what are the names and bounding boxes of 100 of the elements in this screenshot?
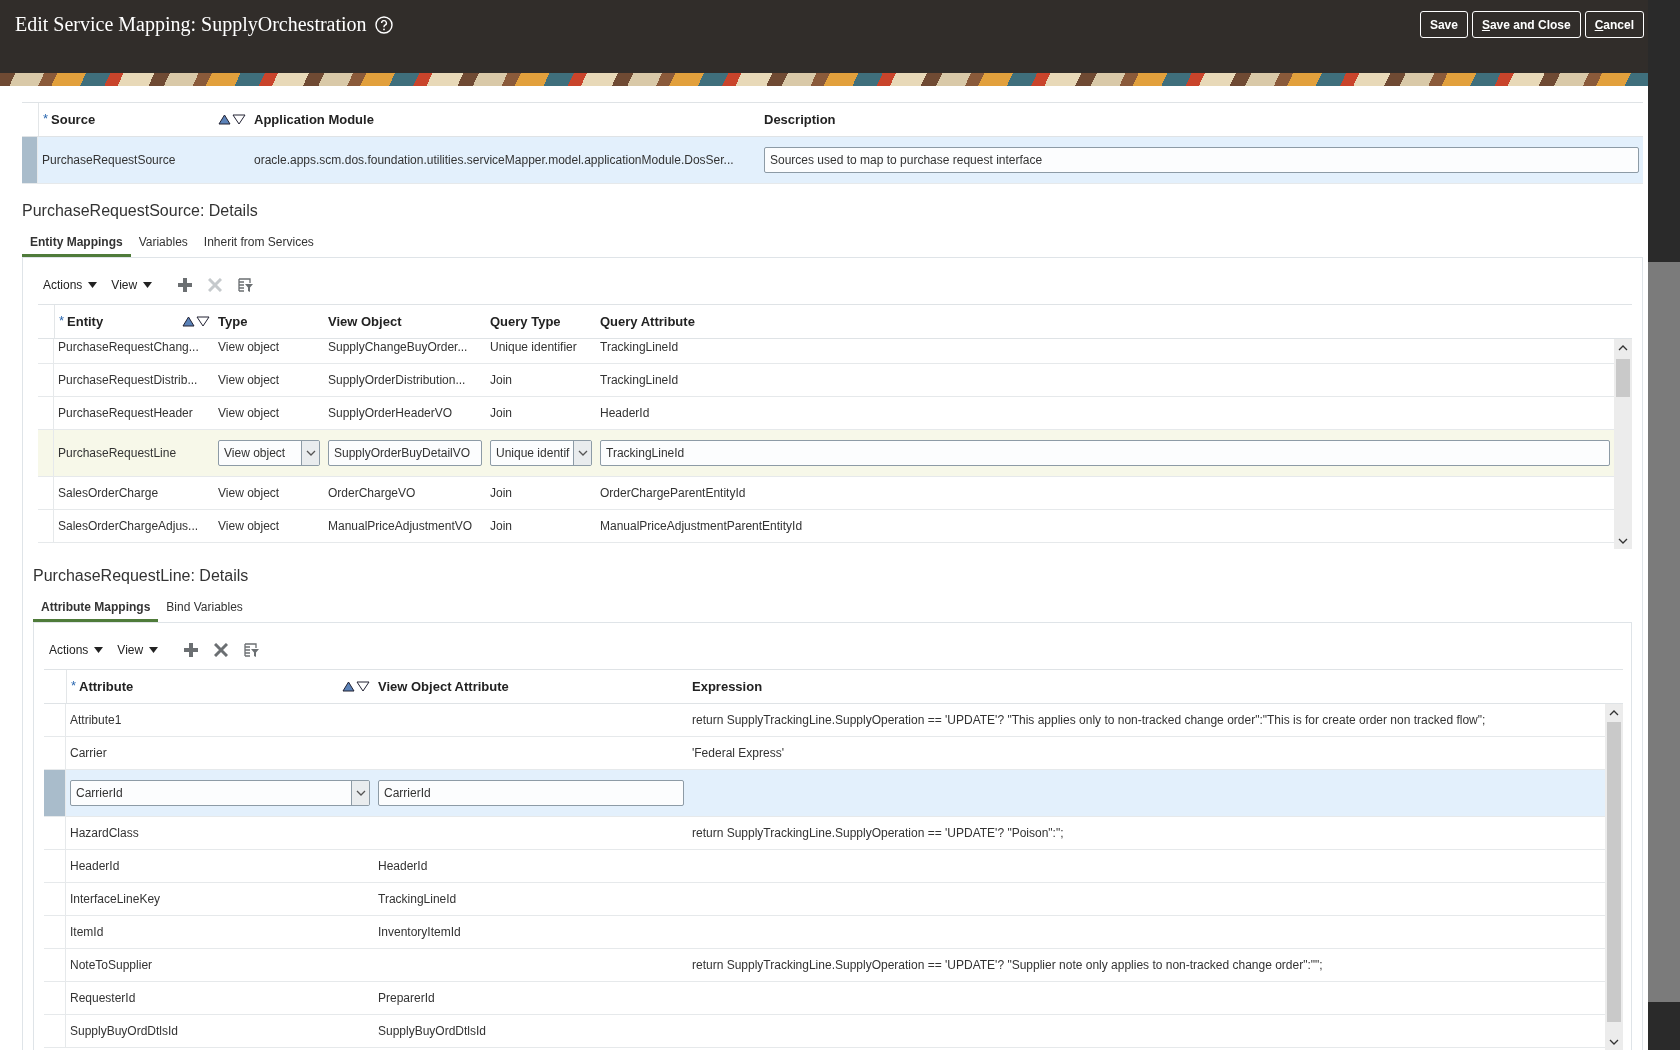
menu-button[interactable]: Actions <box>47 643 106 657</box>
table-cell: InterfaceLineKey <box>70 892 161 906</box>
delete-icon[interactable] <box>214 643 229 657</box>
chevron-down-icon[interactable] <box>1618 538 1628 544</box>
filter-list-icon[interactable] <box>244 642 261 658</box>
action-button[interactable]: Save <box>1419 11 1468 38</box>
table-cell: Join <box>490 486 512 500</box>
column-header: Description <box>764 112 836 127</box>
table-cell: ManualPriceAdjustmentParentEntityId <box>600 519 803 533</box>
table-cell: View object <box>218 519 280 533</box>
menu-button[interactable]: View <box>109 278 155 292</box>
text-field[interactable]: CarrierId <box>378 780 684 806</box>
column-header: View Object Attribute <box>378 679 509 694</box>
column-header: Query Attribute <box>600 314 695 329</box>
add-icon[interactable] <box>184 643 199 657</box>
table-cell: SupplyBuyOrdDtlsId <box>70 1024 179 1038</box>
tab[interactable]: Attribute Mappings <box>33 595 159 622</box>
sort-arrows-icon[interactable] <box>182 316 210 327</box>
page-scrollbar[interactable] <box>1648 0 1680 1050</box>
table-cell: HeaderId <box>70 859 120 873</box>
menu-button[interactable]: Actions <box>41 278 100 292</box>
dropdown-field[interactable]: View object <box>218 440 320 466</box>
section-title: PurchaseRequestLine: Details <box>33 567 249 584</box>
caret-icon <box>143 282 153 288</box>
dropdown-field[interactable]: CarrierId <box>70 780 370 806</box>
scroll-thumb[interactable] <box>1616 359 1630 397</box>
column-header: Entity <box>67 314 104 329</box>
action-button[interactable]: Cancel <box>1584 11 1644 38</box>
column-header: Type <box>218 314 248 329</box>
table-cell: Attribute1 <box>70 713 122 727</box>
action-button[interactable]: Save and Close <box>1471 11 1581 38</box>
chevron-down-icon <box>355 790 366 796</box>
table-cell: TrackingLineId <box>600 340 679 354</box>
table-row[interactable]: RequesterId PreparerId <box>44 982 1605 1015</box>
table-cell: SalesOrderCharge <box>58 486 159 500</box>
table-row[interactable]: PurchaseRequestLine View object SupplyOrderBuyDetailVO Unique identif TrackingLineId <box>38 430 1614 477</box>
table-cell: OrderChargeParentEntityId <box>600 486 746 500</box>
add-icon[interactable] <box>178 278 193 292</box>
required-asterisk: * <box>59 313 65 328</box>
column-header: Query Type <box>490 314 561 329</box>
table-row[interactable]: NoteToSupplier return SupplyTrackingLine.SupplyOperation == 'UPDATE'? "Supplier note only applies to non-tracked change order":""; <box>44 949 1605 982</box>
section-title: PurchaseRequestSource: Details <box>22 202 258 219</box>
chevron-up-icon[interactable] <box>1618 345 1628 351</box>
table-cell: View object <box>218 406 280 420</box>
table-row[interactable]: HazardClass return SupplyTrackingLine.SupplyOperation == 'UPDATE'? "Poison":"; <box>44 817 1605 850</box>
tab[interactable]: Inherit from Services <box>195 230 322 257</box>
chevron-up-icon[interactable] <box>1609 710 1619 716</box>
dropdown-field[interactable]: Unique identif <box>490 440 592 466</box>
table-cell: SupplyOrderHeaderVO <box>328 406 453 420</box>
table-row[interactable]: InterfaceLineKey TrackingLineId <box>44 883 1605 916</box>
tab[interactable]: Bind Variables <box>158 595 251 622</box>
text-field[interactable]: TrackingLineId <box>600 440 1610 466</box>
table-cell: Join <box>490 519 512 533</box>
table-cell: HazardClass <box>70 826 139 840</box>
table-cell: ManualPriceAdjustmentVO <box>328 519 473 533</box>
chevron-down-icon <box>577 450 588 456</box>
sort-arrows-icon[interactable] <box>218 114 246 125</box>
table-cell: View object <box>218 486 280 500</box>
scrollbar[interactable] <box>1605 704 1623 1050</box>
table-row[interactable]: SalesOrderChargeAdjus... View object ManualPriceAdjustmentVO Join ManualPriceAdjustmentParentEntityId <box>38 510 1614 543</box>
chevron-down-icon[interactable] <box>1609 1039 1619 1045</box>
caret-icon <box>94 647 104 653</box>
table-row[interactable]: PurchaseRequestSource oracle.apps.scm.dos.foundation.utilities.serviceMapper.model.applicationModule.DosSer... Sources used to map to purchase request interface <box>22 137 1643 184</box>
table-cell: OrderChargeVO <box>328 486 416 500</box>
column-header: Application Module <box>254 112 374 127</box>
table-cell: PurchaseRequestLine <box>58 446 177 460</box>
scrollbar[interactable] <box>1614 339 1632 549</box>
table-row[interactable]: Attribute1 return SupplyTrackingLine.SupplyOperation == 'UPDATE'? "This applies only to non-tracked change order":"This is for create order non tracked flow"; <box>44 704 1605 737</box>
table-row[interactable]: SupplyBuyOrdDtlsId SupplyBuyOrdDtlsId <box>44 1015 1605 1048</box>
required-asterisk: * <box>71 678 77 693</box>
table-cell: SupplyChangeBuyOrder... <box>328 340 468 354</box>
text-field[interactable]: SupplyOrderBuyDetailVO <box>328 440 482 466</box>
page-title: Edit Service Mapping: SupplyOrchestration <box>15 13 367 36</box>
table-cell: TrackingLineId <box>378 892 457 906</box>
table-cell: SupplyBuyOrdDtlsId <box>378 1024 487 1038</box>
scroll-thumb[interactable] <box>1607 722 1621 1022</box>
table-cell: TrackingLineId <box>600 373 679 387</box>
table-cell: SupplyOrderDistribution... <box>328 373 466 387</box>
menu-button[interactable]: View <box>115 643 161 657</box>
table-row[interactable]: CarrierId CarrierId <box>44 770 1605 817</box>
tab[interactable]: Entity Mappings <box>22 230 131 257</box>
table-row[interactable]: ItemId InventoryItemId <box>44 916 1605 949</box>
tab[interactable]: Variables <box>130 230 196 257</box>
filter-list-icon[interactable] <box>238 277 255 293</box>
sort-arrows-icon[interactable] <box>342 681 370 692</box>
help-icon[interactable] <box>374 15 393 34</box>
column-header: View Object <box>328 314 402 329</box>
table-cell: 'Federal Express' <box>692 746 784 760</box>
table-cell: Join <box>490 406 512 420</box>
table-cell: PurchaseRequestHeader <box>58 406 193 420</box>
caret-icon <box>88 282 98 288</box>
table-cell: SalesOrderChargeAdjus... <box>58 519 199 533</box>
table-row[interactable]: SalesOrderCharge View object OrderChargeVO Join OrderChargeParentEntityId <box>38 477 1614 510</box>
text-field[interactable]: Sources used to map to purchase request interface <box>764 147 1639 173</box>
table-row[interactable]: HeaderId HeaderId <box>44 850 1605 883</box>
table-cell: PurchaseRequestDistrib... <box>58 373 198 387</box>
table-cell: return SupplyTrackingLine.SupplyOperation == 'UPDATE'? "Supplier note only applies to non-tracked change order":""; <box>692 958 1323 972</box>
table-row[interactable]: PurchaseRequestChang... View object SupplyChangeBuyOrder... Unique identifier TrackingLineId <box>38 339 1614 364</box>
table-cell: RequesterId <box>70 991 136 1005</box>
table-row[interactable]: PurchaseRequestDistrib... View object SupplyOrderDistribution... Join TrackingLineId <box>38 364 1614 397</box>
